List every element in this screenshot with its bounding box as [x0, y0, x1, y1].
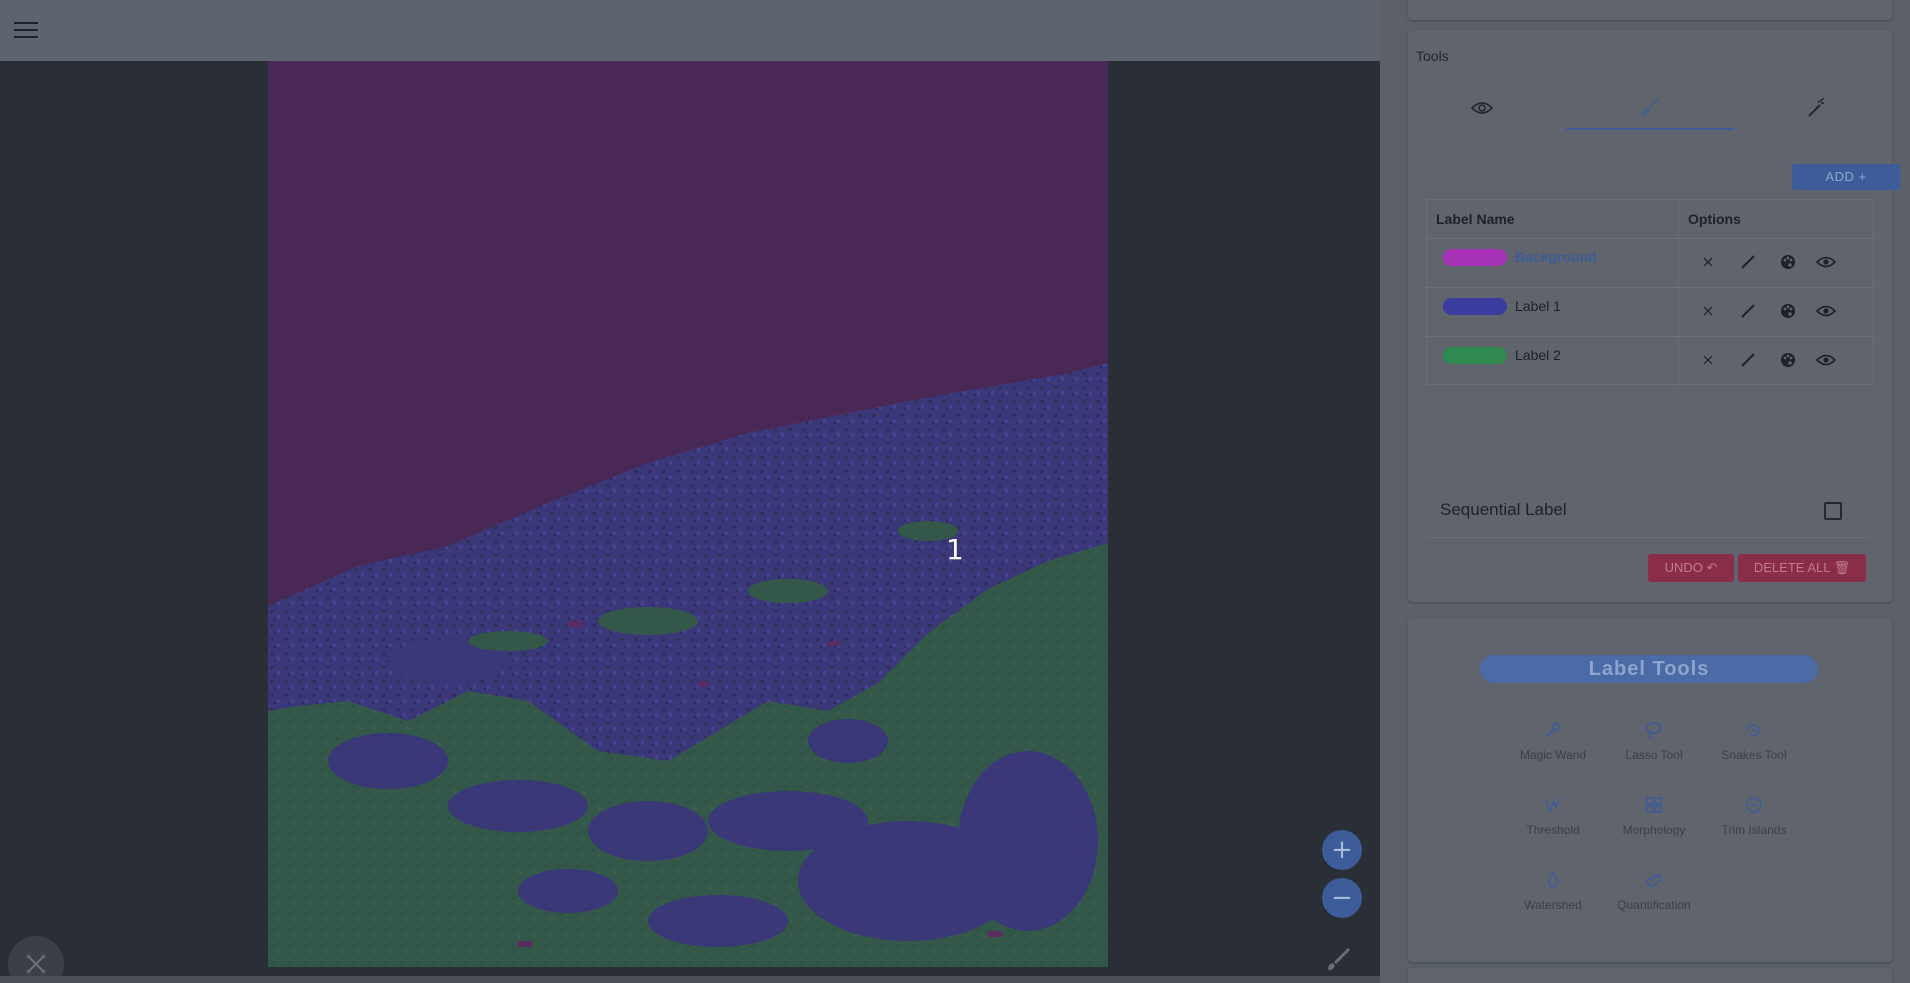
lasso-icon [1636, 712, 1672, 748]
snakes-tool[interactable]: Snakes Tool [1704, 712, 1804, 762]
image-viewer[interactable]: 1 [0, 61, 1380, 983]
divider [1428, 537, 1868, 538]
zoom-out-button[interactable]: − [1322, 878, 1362, 918]
magic-wand-tool[interactable]: Magic Wand [1503, 712, 1603, 762]
threshold-tool[interactable]: Threshold [1503, 787, 1603, 837]
column-header-label-name: Label Name [1427, 200, 1679, 238]
label-name-cell: Background [1427, 239, 1679, 288]
label-name[interactable]: Label 2 [1515, 347, 1561, 363]
visibility-eye-icon[interactable] [1815, 251, 1837, 273]
tool-label: Lasso Tool [1625, 748, 1683, 762]
table-row[interactable]: Background [1427, 238, 1873, 288]
watershed-tool[interactable]: Watershed [1503, 862, 1603, 912]
tool-label: Quantification [1617, 898, 1691, 912]
label-table: Label Name Options Background Label 1 La… [1426, 199, 1874, 386]
label-name[interactable]: Label 1 [1515, 298, 1561, 314]
morphology-tool[interactable]: Morphology [1604, 787, 1704, 837]
tool-label: Snakes Tool [1721, 748, 1787, 762]
tab-view[interactable] [1398, 86, 1566, 130]
table-row[interactable]: Label 1 [1427, 287, 1873, 337]
table-row[interactable]: Label 2 [1427, 336, 1873, 386]
sequential-label-checkbox[interactable] [1824, 502, 1842, 520]
undo-button[interactable]: UNDO ↶ [1648, 554, 1734, 582]
quantification-icon [1636, 862, 1672, 898]
tab-brush[interactable] [1566, 86, 1734, 130]
sequential-label-text: Sequential Label [1440, 500, 1567, 519]
magic-wand-icon [1535, 712, 1571, 748]
remove-icon[interactable] [1697, 251, 1719, 273]
top-bar [0, 0, 1380, 61]
panel-card-top [1408, 0, 1892, 20]
trim-islands-icon [1736, 787, 1772, 823]
eye-icon [1471, 102, 1493, 114]
remove-icon[interactable] [1697, 300, 1719, 322]
scrollbar-strip[interactable] [0, 976, 1380, 983]
palette-icon[interactable] [1777, 251, 1799, 273]
lasso-tool[interactable]: Lasso Tool [1604, 712, 1704, 762]
palette-icon[interactable] [1777, 349, 1799, 371]
magic-wand-icon [1808, 97, 1825, 117]
brush-icon [1641, 98, 1659, 116]
tool-label: Trim Islands [1721, 823, 1787, 837]
snakes-icon [1736, 712, 1772, 748]
remove-icon[interactable] [1697, 349, 1719, 371]
visibility-eye-icon[interactable] [1815, 349, 1837, 371]
zoom-in-button[interactable]: + [1322, 830, 1362, 870]
tool-label: Magic Wand [1519, 748, 1587, 762]
label-name-cell: Label 1 [1427, 288, 1679, 337]
edit-pencil-icon[interactable] [1737, 251, 1759, 273]
add-label-button[interactable]: ADD + [1792, 164, 1900, 190]
label-color-swatch[interactable] [1443, 347, 1507, 364]
quantification-tool[interactable]: Quantification [1604, 862, 1704, 912]
label-id-overlay: 1 [946, 533, 964, 566]
morphology-icon [1636, 787, 1672, 823]
brush-icon[interactable] [1322, 944, 1354, 976]
label-color-swatch[interactable] [1443, 249, 1507, 266]
tool-label: Threshold [1526, 823, 1580, 837]
edit-pencil-icon[interactable] [1737, 349, 1759, 371]
trim-islands-tool[interactable]: Trim Islands [1704, 787, 1804, 837]
tab-magic-wand[interactable] [1732, 86, 1900, 130]
label-name[interactable]: Background [1515, 249, 1597, 265]
column-header-options: Options [1688, 211, 1741, 227]
tools-heading: Tools [1416, 48, 1449, 64]
hamburger-menu-icon[interactable] [14, 22, 38, 40]
tool-label: Watershed [1524, 898, 1582, 912]
palette-icon[interactable] [1777, 300, 1799, 322]
label-color-swatch[interactable] [1443, 298, 1507, 315]
watershed-icon [1535, 862, 1571, 898]
visibility-eye-icon[interactable] [1815, 300, 1837, 322]
threshold-icon [1535, 787, 1571, 823]
delete-all-button[interactable]: DELETE ALL 🗑 [1738, 554, 1866, 582]
panel-card-bottom [1408, 968, 1892, 983]
label-tools-title: Label Tools [1480, 655, 1818, 683]
label-name-cell: Label 2 [1427, 337, 1679, 386]
segmentation-canvas[interactable] [268, 61, 1108, 967]
edit-pencil-icon[interactable] [1737, 300, 1759, 322]
tool-label: Morphology [1622, 823, 1686, 837]
